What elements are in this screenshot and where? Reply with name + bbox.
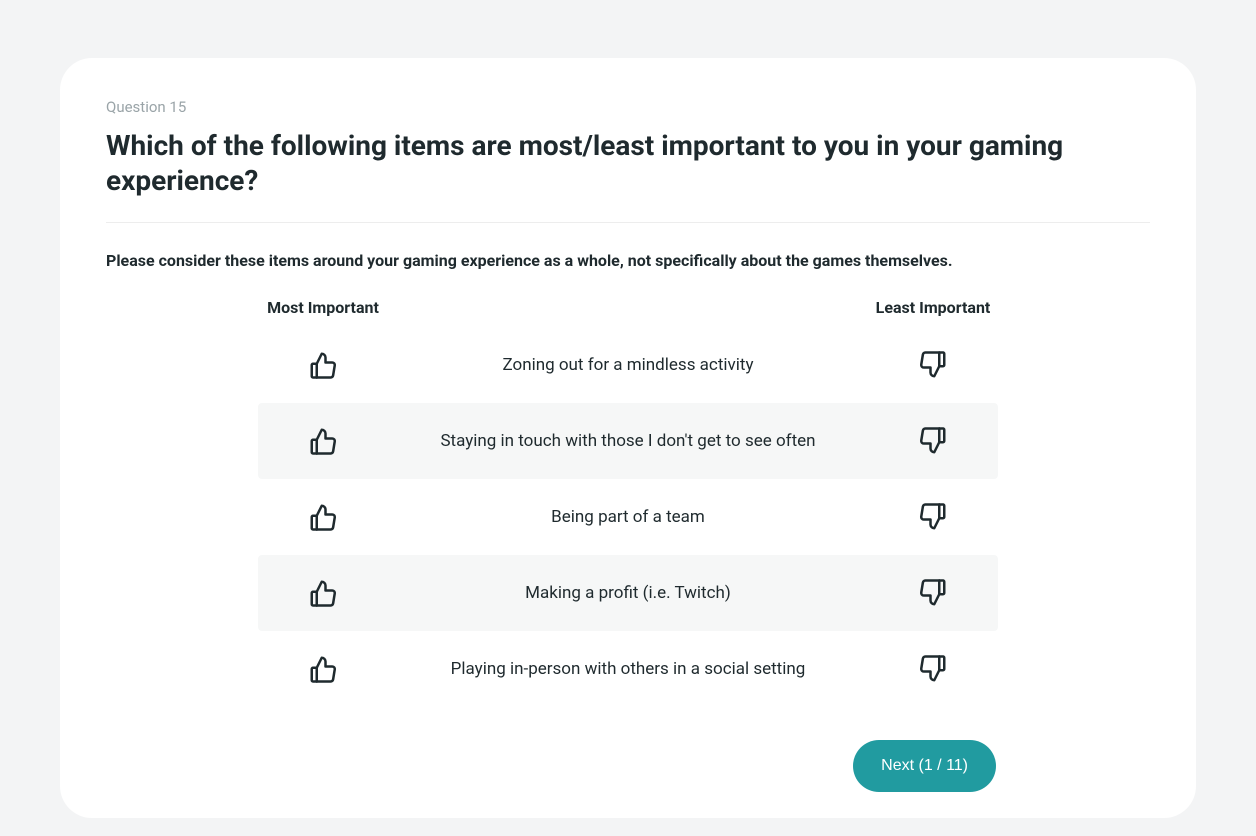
column-headers: Most Important Least Important: [258, 298, 998, 317]
maxdiff-matrix: Most Important Least Important Zoning ou…: [258, 298, 998, 707]
question-title: Which of the following items are most/le…: [106, 128, 1150, 223]
option-label: Being part of a team: [388, 507, 868, 527]
thumbs-up-button[interactable]: [258, 578, 388, 608]
option-row: Playing in-person with others in a socia…: [258, 631, 998, 707]
option-label: Staying in touch with those I don't get …: [388, 431, 868, 451]
thumbs-up-icon: [308, 502, 338, 532]
thumbs-up-icon: [308, 350, 338, 380]
thumbs-up-button[interactable]: [258, 654, 388, 684]
thumbs-up-button[interactable]: [258, 502, 388, 532]
header-least: Least Important: [868, 298, 998, 317]
thumbs-down-icon: [918, 350, 948, 380]
thumbs-down-icon: [918, 654, 948, 684]
option-row: Making a profit (i.e. Twitch): [258, 555, 998, 631]
question-number: Question 15: [106, 98, 1150, 116]
thumbs-up-icon: [308, 578, 338, 608]
thumbs-down-button[interactable]: [868, 654, 998, 684]
option-label: Zoning out for a mindless activity: [388, 355, 868, 375]
question-instruction: Please consider these items around your …: [106, 251, 1150, 270]
option-label: Playing in-person with others in a socia…: [388, 659, 868, 679]
thumbs-down-button[interactable]: [868, 426, 998, 456]
option-label: Making a profit (i.e. Twitch): [388, 583, 868, 603]
thumbs-up-button[interactable]: [258, 426, 388, 456]
option-row: Staying in touch with those I don't get …: [258, 403, 998, 479]
thumbs-down-button[interactable]: [868, 502, 998, 532]
thumbs-up-icon: [308, 654, 338, 684]
thumbs-up-button[interactable]: [258, 350, 388, 380]
survey-card: Question 15 Which of the following items…: [60, 58, 1196, 818]
thumbs-down-icon: [918, 578, 948, 608]
option-row: Zoning out for a mindless activity: [258, 327, 998, 403]
thumbs-down-icon: [918, 502, 948, 532]
next-button[interactable]: Next (1 / 11): [853, 740, 996, 792]
thumbs-down-button[interactable]: [868, 578, 998, 608]
thumbs-down-icon: [918, 426, 948, 456]
thumbs-down-button[interactable]: [868, 350, 998, 380]
header-most: Most Important: [258, 298, 388, 317]
option-row: Being part of a team: [258, 479, 998, 555]
thumbs-up-icon: [308, 426, 338, 456]
